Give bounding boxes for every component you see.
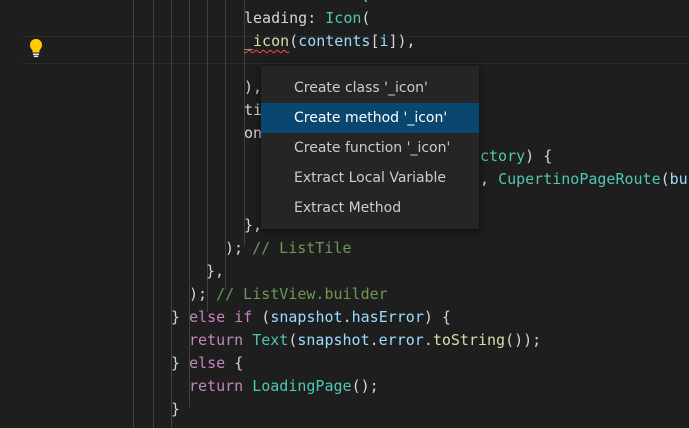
code-line: return Text(snapshot.error.toString()); — [189, 329, 541, 352]
code-line: , CupertinoPageRoute(bu — [480, 168, 688, 191]
code-token: Text — [252, 331, 289, 349]
code-token: ti — [244, 101, 263, 119]
code-token: else — [189, 354, 226, 372]
code-line: }, — [244, 214, 262, 237]
code-token: . — [423, 331, 433, 349]
code-token: , — [480, 170, 499, 188]
code-token: . — [342, 308, 352, 326]
code-token: ( — [289, 32, 299, 50]
code-line: ), — [244, 76, 262, 99]
code-token: } — [171, 308, 190, 326]
code-token: : — [307, 9, 326, 27]
menu-item-extract-local-variable[interactable]: Extract Local Variable — [261, 163, 479, 193]
code-token: ), — [244, 78, 263, 96]
code-token: ()); — [505, 331, 542, 349]
code-token: hasError — [351, 308, 424, 326]
code-line: } else if (snapshot.hasError) { — [171, 306, 451, 329]
menu-item-extract-method[interactable]: Extract Method — [261, 193, 479, 223]
code-token: i — [379, 32, 389, 50]
code-token: // ListView.builder — [216, 285, 388, 303]
code-token: ) { — [525, 147, 553, 165]
code-token: return — [189, 331, 253, 349]
code-token: return — [189, 377, 253, 395]
code-token: ) { — [423, 308, 451, 326]
code-line: ); // ListView.builder — [189, 283, 388, 306]
code-token: Icon — [325, 9, 362, 27]
code-token: snapshot — [297, 331, 370, 349]
indent-guide — [133, 0, 134, 428]
code-token: (); — [351, 377, 379, 395]
quick-fix-menu: Create class '_icon' Create method '_icon… — [261, 66, 479, 229]
code-token: if — [234, 308, 253, 326]
code-token: } — [171, 354, 190, 372]
code-token: LoadingPage — [252, 377, 352, 395]
code-token: } — [171, 400, 181, 418]
code-line: leading: Icon( — [244, 7, 370, 30]
code-token: ( — [360, 0, 369, 4]
code-token: ListTile — [288, 0, 360, 4]
code-token: error — [378, 331, 424, 349]
code-token: on — [244, 124, 263, 142]
code-line: ); // ListTile — [225, 237, 351, 260]
code-token: // ListTile — [252, 239, 352, 257]
code-token: CupertinoPageRoute — [498, 170, 661, 188]
code-token: else — [189, 308, 226, 326]
code-token: bu — [669, 170, 688, 188]
code-token: }, — [244, 216, 263, 234]
code-line: return ListTile( — [225, 0, 370, 7]
code-token: leading — [244, 9, 308, 27]
error-token: _icon — [244, 32, 290, 50]
code-token: ctory — [480, 147, 526, 165]
code-line: on — [244, 122, 262, 145]
menu-item-create-class[interactable]: Create class '_icon' — [261, 73, 479, 103]
code-token: return — [225, 0, 288, 4]
code-token: ); — [189, 285, 217, 303]
code-token: ( — [252, 308, 271, 326]
code-token: ( — [660, 170, 670, 188]
code-line: } else { — [171, 352, 243, 375]
code-token: toString — [432, 331, 506, 349]
code-token: }, — [206, 262, 225, 280]
indent-guide — [153, 0, 154, 428]
code-token: . — [369, 331, 379, 349]
code-token: { — [225, 354, 244, 372]
code-line: return LoadingPage(); — [189, 375, 379, 398]
code-line: } — [171, 398, 180, 421]
code-token: contents — [298, 32, 371, 50]
code-token: ( — [361, 9, 371, 27]
menu-item-create-method[interactable]: Create method '_icon' — [261, 103, 479, 133]
quick-fix-list: Create class '_icon' Create method '_icon… — [261, 73, 479, 223]
code-token: snapshot — [270, 308, 343, 326]
code-token: ]), — [388, 32, 416, 50]
lightbulb-icon[interactable] — [28, 38, 44, 58]
code-line: }, — [206, 260, 224, 283]
code-token: ); — [225, 239, 253, 257]
code-line: _icon(contents[i]), — [244, 30, 416, 53]
code-line: ctory) { — [480, 145, 552, 168]
menu-item-create-function[interactable]: Create function '_icon' — [261, 133, 479, 163]
